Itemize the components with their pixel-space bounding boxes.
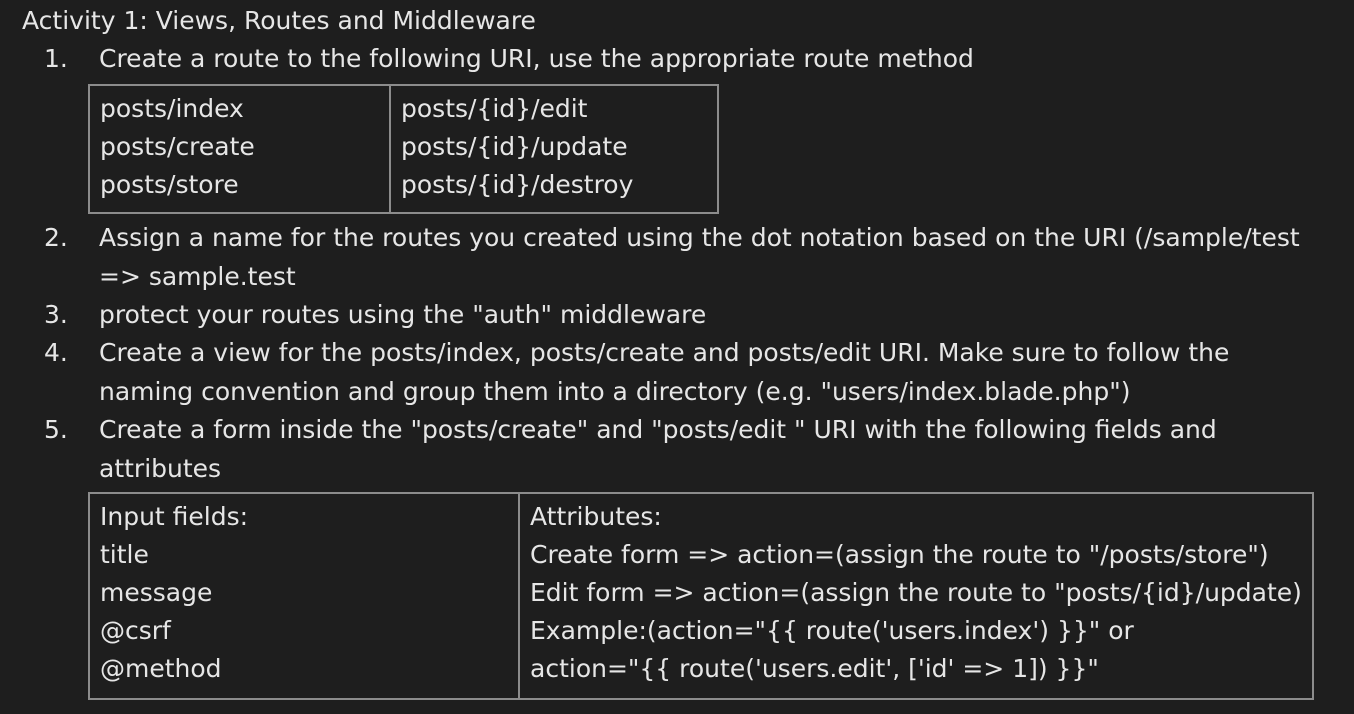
field-name: @csrf bbox=[100, 616, 171, 645]
attributes-header: Attributes: bbox=[530, 502, 662, 531]
route-uri: posts/index bbox=[100, 94, 244, 123]
route-uri: posts/store bbox=[100, 170, 239, 199]
list-text-line: Create a form inside the "posts/create" … bbox=[99, 415, 1217, 444]
routes-right-column: posts/{id}/edit posts/{id}/update posts/… bbox=[389, 84, 719, 214]
attribute-line: Edit form => action=(assign the route to… bbox=[530, 578, 1302, 607]
fields-header: Input fields: bbox=[100, 502, 249, 531]
table-row: posts/index posts/create posts/store pos… bbox=[88, 84, 719, 214]
list-number: 5. bbox=[44, 415, 68, 444]
list-number: 1. bbox=[44, 44, 68, 73]
attribute-line: action="{{ route('users.edit', ['id' => … bbox=[530, 654, 1099, 683]
route-uri: posts/{id}/edit bbox=[401, 94, 588, 123]
activity-title: Activity 1: Views, Routes and Middleware bbox=[22, 6, 536, 35]
list-text-line: naming convention and group them into a … bbox=[99, 376, 1131, 406]
list-text: Assign a name for the routes you created… bbox=[99, 219, 1339, 296]
list-text: Create a route to the following URI, use… bbox=[99, 40, 1339, 79]
field-name: title bbox=[100, 540, 149, 569]
list-text: Create a form inside the "posts/create" … bbox=[99, 411, 1339, 488]
list-text-line: Assign a name for the routes you created… bbox=[99, 223, 1300, 252]
list-text-line: Create a route to the following URI, use… bbox=[99, 44, 974, 73]
list-number: 4. bbox=[44, 338, 68, 367]
field-name: message bbox=[100, 578, 213, 607]
list-text-line: protect your routes using the "auth" mid… bbox=[99, 300, 707, 329]
attributes-column: Attributes: Create form => action=(assig… bbox=[518, 492, 1314, 700]
route-uri: posts/{id}/update bbox=[401, 132, 628, 161]
list-text-line: => sample.test bbox=[99, 261, 296, 291]
fields-table: Input fields: title message @csrf @metho… bbox=[88, 492, 1314, 700]
list-text: Create a view for the posts/index, posts… bbox=[99, 334, 1339, 411]
route-uri: posts/{id}/destroy bbox=[401, 170, 634, 199]
attribute-line: Example:(action="{{ route('users.index')… bbox=[530, 616, 1134, 645]
routes-table: posts/index posts/create posts/store pos… bbox=[88, 84, 719, 214]
list-number: 3. bbox=[44, 300, 68, 329]
list-text: protect your routes using the "auth" mid… bbox=[99, 296, 1339, 335]
attribute-line: Create form => action=(assign the route … bbox=[530, 540, 1269, 569]
list-text-line: Create a view for the posts/index, posts… bbox=[99, 338, 1230, 367]
list-number: 2. bbox=[44, 223, 68, 252]
route-uri: posts/create bbox=[100, 132, 255, 161]
list-text-line: attributes bbox=[99, 453, 222, 483]
field-name: @method bbox=[100, 654, 222, 683]
input-fields-column: Input fields: title message @csrf @metho… bbox=[88, 492, 520, 700]
table-row: Input fields: title message @csrf @metho… bbox=[88, 492, 1314, 700]
routes-left-column: posts/index posts/create posts/store bbox=[88, 84, 391, 214]
